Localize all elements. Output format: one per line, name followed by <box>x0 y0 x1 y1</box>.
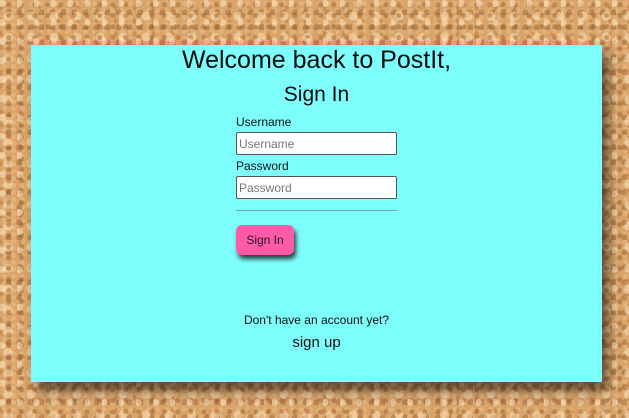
form-divider <box>236 210 397 211</box>
signin-form: Username Password <box>236 115 398 211</box>
signup-link[interactable]: sign up <box>31 334 602 352</box>
login-card: Welcome back to PostIt, Sign In Username… <box>31 45 602 382</box>
password-label: Password <box>236 159 289 173</box>
page-title: Welcome back to PostIt, <box>181 46 452 74</box>
username-input[interactable] <box>236 132 397 155</box>
signin-button[interactable]: Sign In <box>236 225 294 255</box>
username-label: Username <box>236 115 292 129</box>
form-heading: Sign In <box>283 83 350 106</box>
signup-prompt: Don't have an account yet? <box>243 313 390 327</box>
password-input[interactable] <box>236 176 397 199</box>
